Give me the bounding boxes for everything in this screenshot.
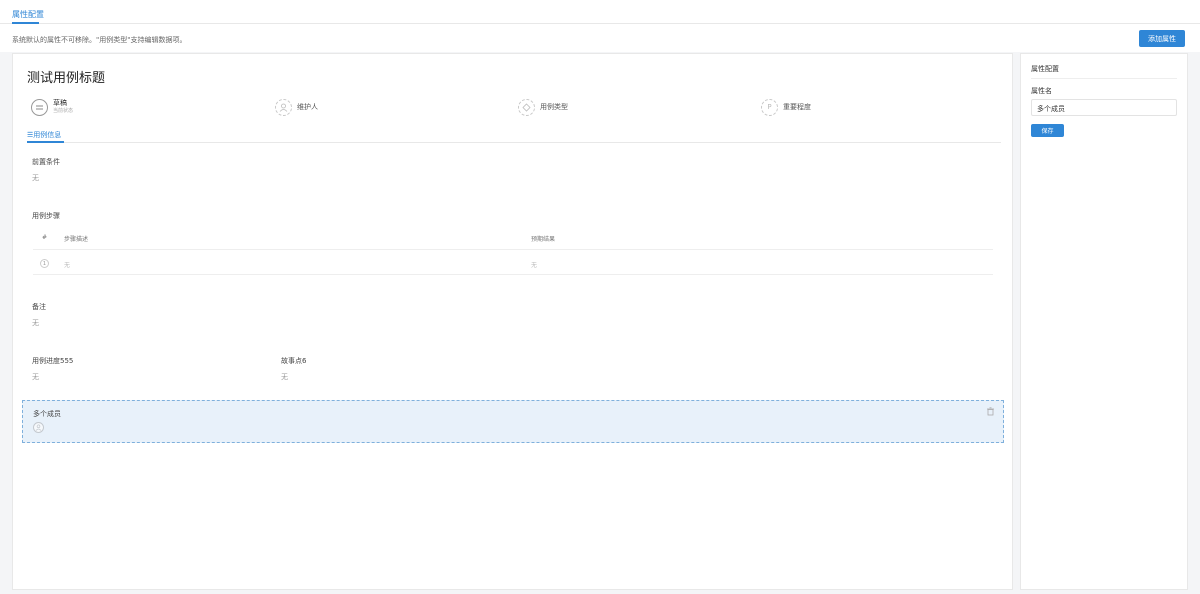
remark-value: 无 xyxy=(32,319,39,327)
meta-maintainer[interactable]: 维护人 xyxy=(275,97,318,117)
type-icon xyxy=(518,98,535,116)
save-button[interactable]: 保存 xyxy=(1031,124,1064,137)
subtab-active-indicator xyxy=(27,141,64,143)
trash-icon[interactable] xyxy=(986,407,995,416)
priority-icon: P xyxy=(761,98,778,116)
story-points-value: 无 xyxy=(281,373,288,381)
col-expected: 预期结果 xyxy=(531,236,556,243)
members-field-selected[interactable]: 多个成员 xyxy=(22,400,1004,443)
maintainer-label: 维护人 xyxy=(297,103,318,111)
status-caption: 当前状态 xyxy=(53,108,74,114)
meta-case-type[interactable]: 用例类型 xyxy=(518,97,568,117)
user-icon xyxy=(275,98,292,116)
step-expected: 无 xyxy=(531,262,538,269)
meta-status[interactable]: 草稿 当前状态 xyxy=(31,97,73,117)
precondition-value: 无 xyxy=(32,174,39,182)
priority-label: 重要程度 xyxy=(783,103,811,111)
status-value: 草稿 xyxy=(53,99,67,107)
table-row: 1 无 无 xyxy=(33,251,993,275)
attribute-config-sidebar: 属性配置 属性名 多个成员 保存 xyxy=(1020,53,1188,590)
progress-label: 用例进度555 xyxy=(32,357,74,365)
precondition-label: 前置条件 xyxy=(32,158,60,166)
sidebar-divider xyxy=(1031,78,1177,79)
meta-priority[interactable]: P 重要程度 xyxy=(761,97,811,117)
subtab-divider xyxy=(27,142,1001,143)
members-label: 多个成员 xyxy=(33,410,61,418)
hint-text: 系统默认的属性不可移除。"用例类型"支持编辑数据项。 xyxy=(12,36,187,44)
story-points-label: 故事点6 xyxy=(281,357,307,365)
case-preview-panel: 测试用例标题 草稿 当前状态 维护人 用例类型 P 重要程度 ☰用例信息 前置条… xyxy=(12,53,1013,590)
top-tab-bar: 属性配置 xyxy=(0,0,1200,24)
case-type-label: 用例类型 xyxy=(540,103,568,111)
add-attribute-button[interactable]: 添加属性 xyxy=(1139,30,1185,47)
attribute-name-input[interactable]: 多个成员 xyxy=(1031,99,1177,116)
sidebar-title: 属性配置 xyxy=(1031,65,1059,73)
case-title: 测试用例标题 xyxy=(27,71,106,86)
progress-value: 无 xyxy=(32,373,39,381)
avatar-placeholder-icon xyxy=(33,422,44,433)
attribute-name-label: 属性名 xyxy=(1031,87,1052,95)
steps-label: 用例步骤 xyxy=(32,212,60,220)
tab-attribute-config[interactable]: 属性配置 xyxy=(12,9,44,20)
col-step-desc: 步骤描述 xyxy=(64,236,89,243)
remark-label: 备注 xyxy=(32,303,46,311)
tab-case-info[interactable]: ☰用例信息 xyxy=(27,130,61,140)
step-desc: 无 xyxy=(64,262,71,269)
status-icon xyxy=(31,98,48,116)
step-number: 1 xyxy=(40,259,49,268)
col-index: # xyxy=(42,234,48,241)
hint-bar: 系统默认的属性不可移除。"用例类型"支持编辑数据项。 xyxy=(0,24,1200,52)
steps-table-header: # 步骤描述 预期结果 xyxy=(33,226,993,250)
